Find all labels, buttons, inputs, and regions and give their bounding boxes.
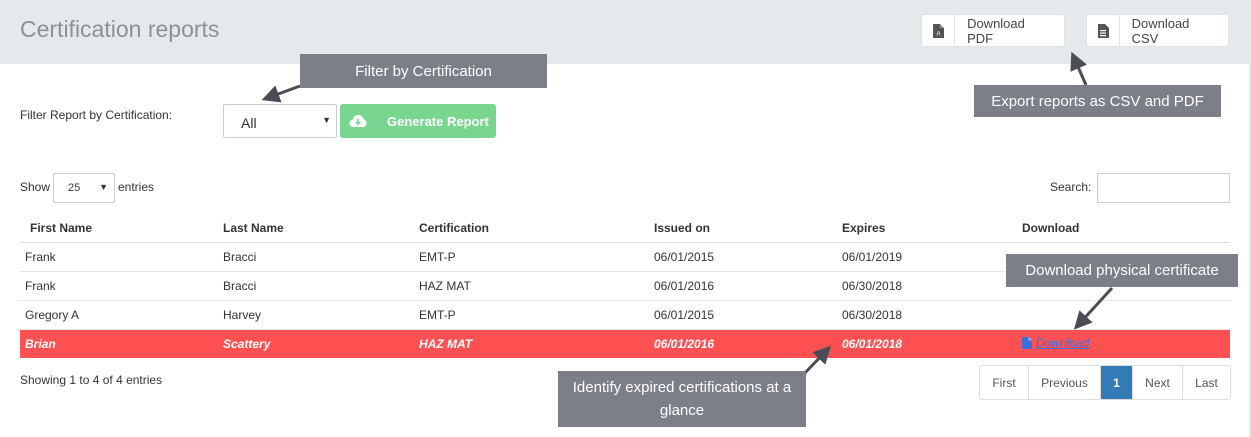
arrow-expired: [801, 345, 832, 377]
arrow-download: [1073, 286, 1114, 330]
callout-expired: Identify expired certifications at a gla…: [558, 371, 806, 427]
arrow-filter: [261, 84, 301, 103]
callout-export: Export reports as CSV and PDF: [974, 85, 1221, 117]
callout-download: Download physical certificate: [1006, 254, 1238, 287]
callout-filter: Filter by Certification: [300, 54, 547, 88]
arrow-export: [1070, 51, 1088, 86]
